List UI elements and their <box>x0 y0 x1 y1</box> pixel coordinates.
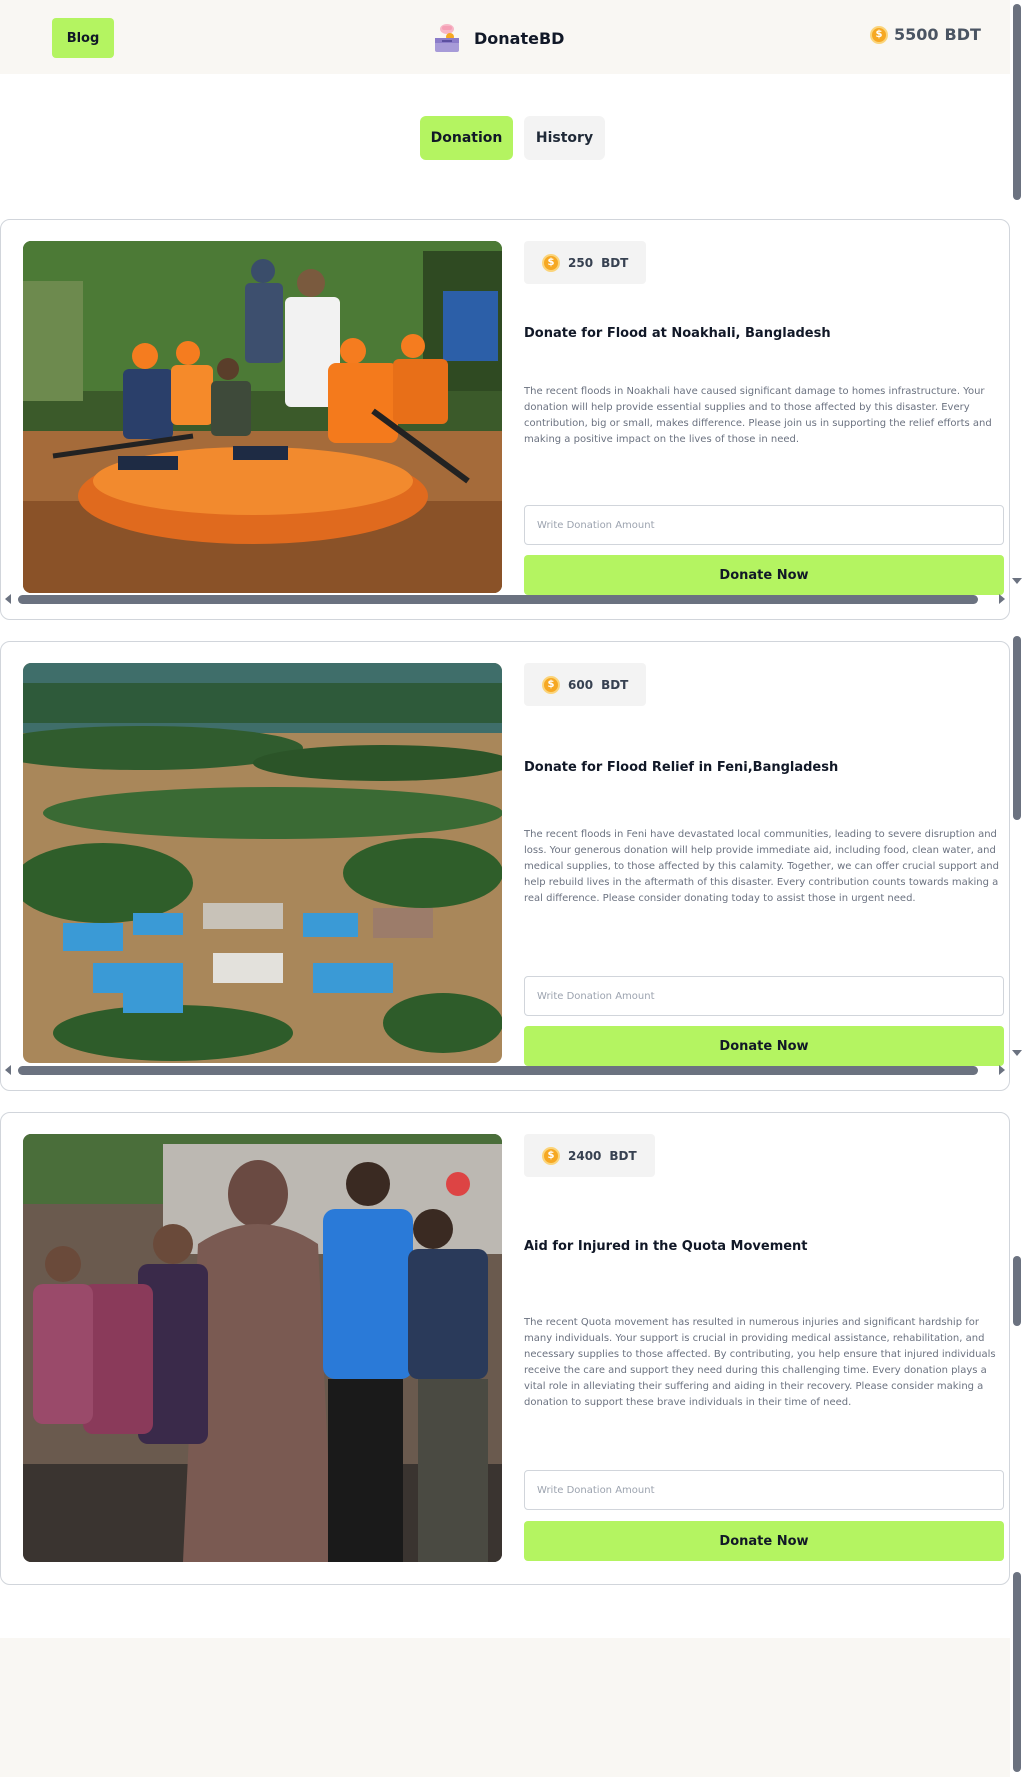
donation-amount-input[interactable] <box>524 505 1004 545</box>
vertical-scrollbar[interactable] <box>1010 1250 1024 1777</box>
amount-badge: $ 2400 BDT <box>524 1134 655 1177</box>
scrollbar-thumb[interactable] <box>18 595 978 604</box>
card-title: Donate for Flood at Noakhali, Bangladesh <box>524 326 831 341</box>
donate-now-button[interactable]: Donate Now <box>524 555 1004 595</box>
scrollbar-thumb[interactable] <box>18 1066 978 1075</box>
scrollbar-thumb[interactable] <box>1013 4 1021 200</box>
amount-badge: $ 600 BDT <box>524 663 647 706</box>
scrollbar-thumb[interactable] <box>1013 636 1021 820</box>
feni-flood-aerial-image <box>23 663 502 1063</box>
donation-card-noakhali: $ 250 BDT Donate for Flood at Noakhali, … <box>0 219 1010 620</box>
navbar: Blog DonateBD $ 5500 BDT <box>0 0 1010 74</box>
tab-history[interactable]: History <box>524 116 605 160</box>
card-title: Donate for Flood Relief in Feni,Banglade… <box>524 760 839 775</box>
card-description: The recent floods in Feni have devastate… <box>524 829 999 904</box>
footer <box>0 1638 1010 1777</box>
brand[interactable]: DonateBD <box>430 20 564 56</box>
donated-currency: BDT <box>601 677 629 692</box>
amount-badge: $ 250 BDT <box>524 241 647 284</box>
donated-amount: 600 <box>568 677 594 692</box>
donation-amount-input[interactable] <box>524 976 1004 1016</box>
donation-box-logo-icon <box>430 21 464 55</box>
scroll-right-icon[interactable] <box>999 1065 1005 1075</box>
flood-rescue-boat-image <box>23 241 502 593</box>
brand-name: DonateBD <box>474 28 565 48</box>
donated-amount: 2400 <box>568 1148 602 1163</box>
balance-amount: 5500 <box>894 25 939 44</box>
donate-now-button[interactable]: Donate Now <box>524 1521 1004 1561</box>
card-description: The recent floods in Noakhali have cause… <box>524 386 992 445</box>
vertical-scrollbar[interactable] <box>1010 630 1024 1060</box>
scroll-right-icon[interactable] <box>999 594 1005 604</box>
donated-currency: BDT <box>609 1148 637 1163</box>
tab-bar: Donation History <box>420 116 605 160</box>
blog-button[interactable]: Blog <box>52 18 114 58</box>
donation-card-quota: $ 2400 BDT Aid for Injured in the Quota … <box>0 1112 1010 1585</box>
coin-icon: $ <box>542 1146 560 1165</box>
card-title: Aid for Injured in the Quota Movement <box>524 1239 808 1254</box>
scrollbar-thumb[interactable] <box>1013 1572 1021 1772</box>
balance: $ 5500 BDT <box>870 25 981 44</box>
donated-amount: 250 <box>568 255 594 270</box>
scroll-down-icon[interactable] <box>1012 1050 1022 1056</box>
scroll-left-icon[interactable] <box>5 594 11 604</box>
scrollbar-thumb[interactable] <box>1013 1256 1021 1326</box>
donation-card-feni: $ 600 BDT Donate for Flood Relief in Fen… <box>0 641 1010 1091</box>
donation-amount-input[interactable] <box>524 1470 1004 1510</box>
quota-movement-injured-image <box>23 1134 502 1562</box>
horizontal-scrollbar[interactable] <box>0 591 1010 607</box>
donated-currency: BDT <box>601 255 629 270</box>
coin-icon: $ <box>870 25 888 44</box>
scroll-down-icon[interactable] <box>1012 578 1022 584</box>
tab-donation[interactable]: Donation <box>420 116 513 160</box>
donate-now-button[interactable]: Donate Now <box>524 1026 1004 1066</box>
scroll-left-icon[interactable] <box>5 1065 11 1075</box>
vertical-scrollbar[interactable] <box>1010 0 1024 590</box>
coin-icon: $ <box>542 675 560 694</box>
horizontal-scrollbar[interactable] <box>0 1062 1010 1078</box>
card-description: The recent Quota movement has resulted i… <box>524 1317 996 1408</box>
balance-currency: BDT <box>944 25 981 44</box>
coin-icon: $ <box>542 253 560 272</box>
